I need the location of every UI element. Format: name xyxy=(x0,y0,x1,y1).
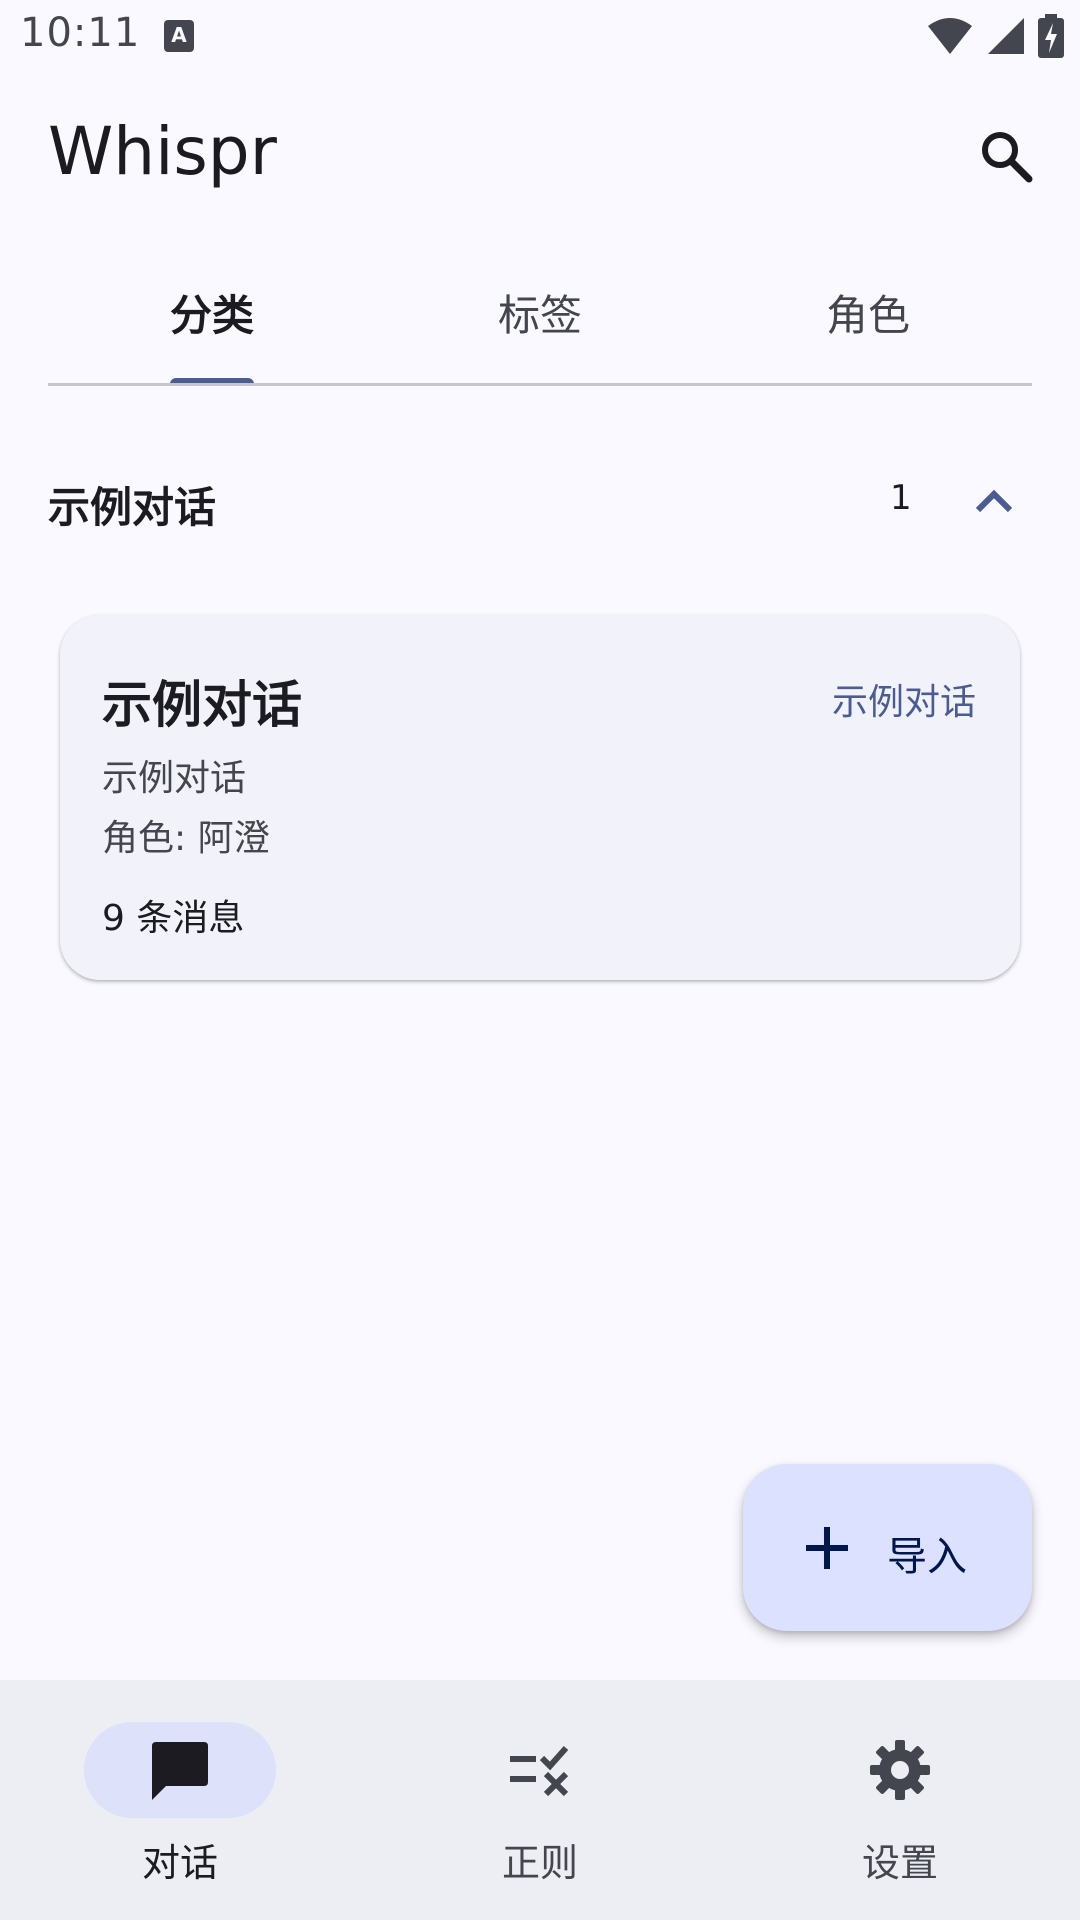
conversation-character: 角色: 阿澄 xyxy=(102,818,270,859)
nav-label: 正则 xyxy=(501,1841,578,1885)
conversation-title: 示例对话 xyxy=(102,676,302,734)
fab-label: 导入 xyxy=(887,1534,967,1580)
tab-category[interactable]: 分类 xyxy=(48,272,376,386)
tab-tags[interactable]: 标签 xyxy=(376,272,704,386)
group-title: 示例对话 xyxy=(48,483,217,532)
nav-label: 对话 xyxy=(141,1841,218,1885)
nav-item-conversations[interactable]: 对话 xyxy=(0,1680,360,1920)
collapse-button[interactable] xyxy=(968,474,1020,526)
nav-item-regex[interactable]: 正则 xyxy=(360,1680,720,1920)
status-icons xyxy=(926,14,1064,58)
battery-charging-icon xyxy=(1038,14,1064,58)
chat-bubble-icon xyxy=(152,1742,208,1800)
import-fab[interactable]: 导入 xyxy=(743,1464,1032,1631)
screen: 10:11 A Whispr 分类 标签 角色 示例对话 1 示例对话 示例对话… xyxy=(0,0,1080,1920)
tab-characters[interactable]: 角色 xyxy=(704,272,1032,386)
search-button[interactable] xyxy=(972,122,1040,190)
nav-pill xyxy=(444,1722,636,1818)
notification-a-icon: A xyxy=(164,20,194,52)
tabs-divider xyxy=(48,383,1032,386)
plus-icon xyxy=(806,1527,848,1569)
nav-item-settings[interactable]: 设置 xyxy=(720,1680,1080,1920)
regex-check-icon xyxy=(510,1746,569,1797)
app-title: Whispr xyxy=(48,113,277,190)
tab-label: 角色 xyxy=(825,291,910,340)
nav-label: 设置 xyxy=(861,1841,938,1885)
status-time: 10:11 xyxy=(20,10,141,56)
nav-active-pill xyxy=(84,1722,276,1818)
conversation-category: 示例对话 xyxy=(831,682,976,723)
tab-label: 分类 xyxy=(169,291,254,340)
chevron-up-icon xyxy=(975,489,1013,513)
signal-icon xyxy=(988,18,1024,54)
conversation-card[interactable]: 示例对话 示例对话 示例对话 角色: 阿澄 9 条消息 xyxy=(60,615,1020,980)
bottom-navigation: 对话 正则 设置 xyxy=(0,1680,1080,1920)
group-header[interactable]: 示例对话 1 xyxy=(48,460,1032,540)
wifi-icon xyxy=(928,18,972,54)
gear-icon xyxy=(870,1740,930,1800)
nav-pill xyxy=(804,1722,996,1818)
status-bar: 10:11 A xyxy=(0,0,1080,72)
tab-label: 标签 xyxy=(497,291,582,340)
search-icon xyxy=(982,132,1033,183)
conversation-message-count: 9 条消息 xyxy=(102,898,245,939)
conversation-description: 示例对话 xyxy=(102,758,247,799)
tab-bar: 分类 标签 角色 xyxy=(48,272,1032,386)
group-count: 1 xyxy=(890,478,912,518)
